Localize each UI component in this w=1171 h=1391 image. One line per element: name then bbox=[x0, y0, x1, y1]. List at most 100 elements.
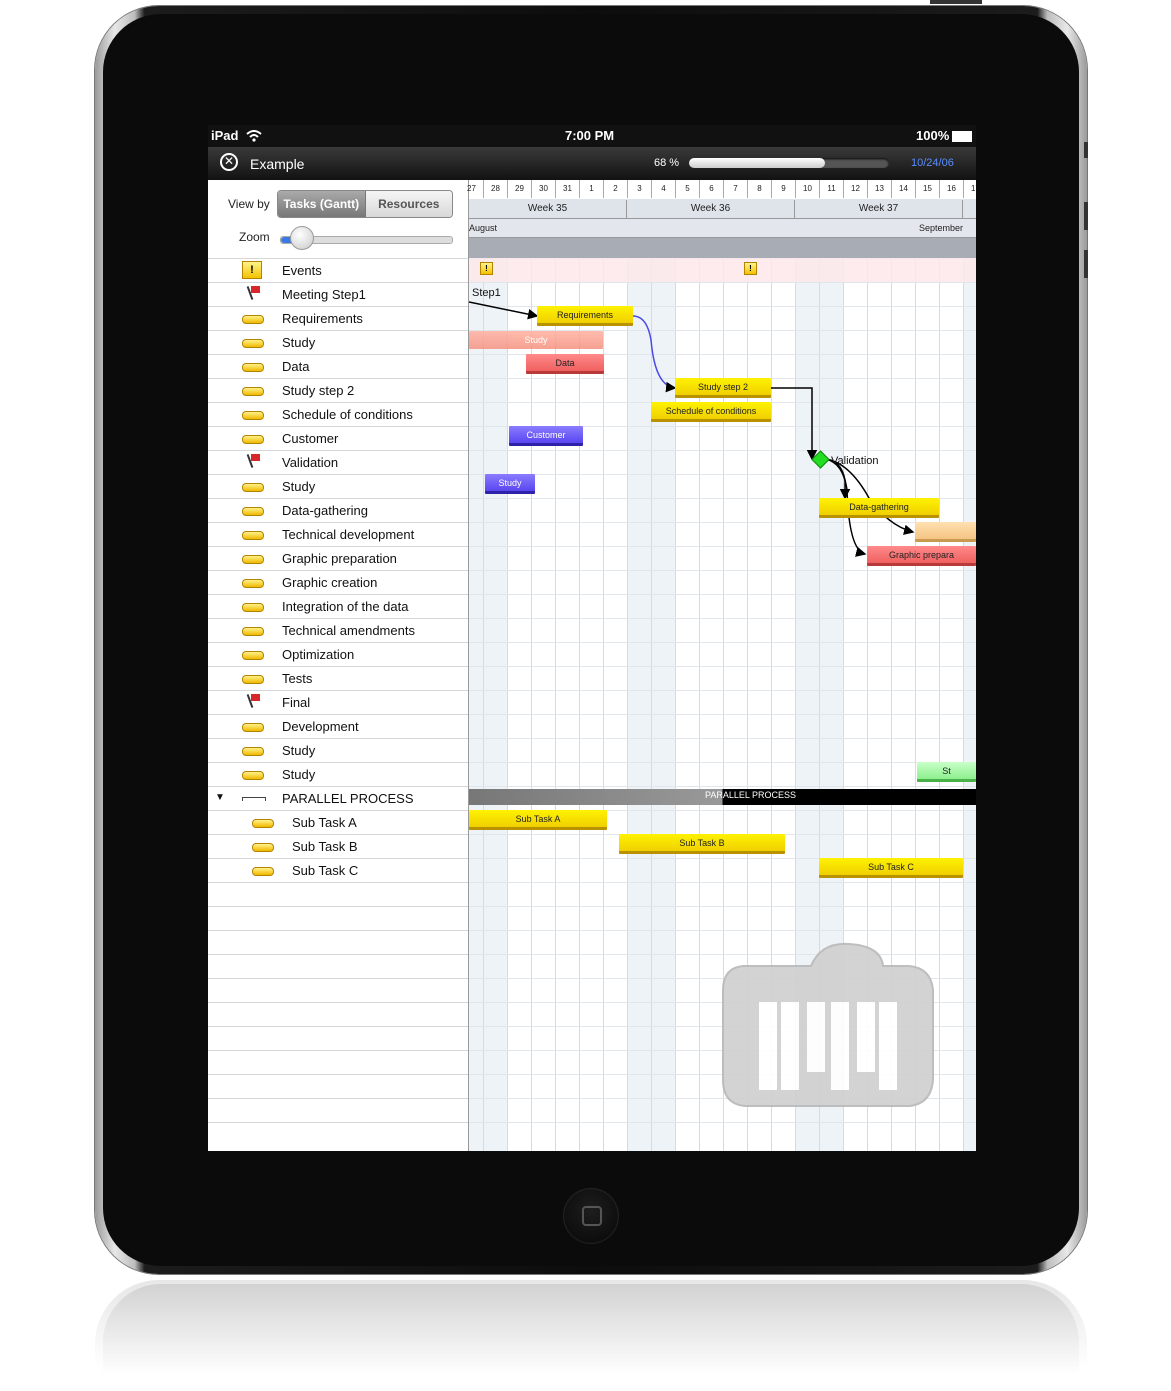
task-icon bbox=[242, 507, 264, 516]
task-row-label: Graphic creation bbox=[282, 575, 378, 590]
event-icon: ! bbox=[242, 261, 262, 279]
empty-row bbox=[208, 1050, 468, 1075]
task-row[interactable]: Study bbox=[208, 474, 468, 499]
zoom-label: Zoom bbox=[239, 230, 270, 244]
empty-row bbox=[208, 1002, 468, 1027]
gantt-bar[interactable] bbox=[915, 522, 976, 542]
task-row-label: Development bbox=[282, 719, 359, 734]
gantt-bar[interactable]: St bbox=[917, 762, 976, 782]
gantt-bar[interactable]: Requirements bbox=[537, 306, 633, 326]
home-button-icon bbox=[582, 1206, 602, 1226]
task-row[interactable]: Customer bbox=[208, 426, 468, 451]
gantt-bar[interactable]: Schedule of conditions bbox=[651, 402, 771, 422]
status-bar: iPad 7:00 PM 100% bbox=[208, 125, 976, 147]
task-icon bbox=[252, 843, 274, 852]
task-row[interactable]: Optimization bbox=[208, 642, 468, 667]
gantt-bar[interactable]: Data bbox=[526, 354, 604, 374]
progress-fill bbox=[689, 158, 825, 168]
task-icon bbox=[242, 387, 264, 396]
task-icon bbox=[242, 579, 264, 588]
gantt-bar[interactable]: Sub Task C bbox=[819, 858, 963, 878]
task-row[interactable]: Graphic creation bbox=[208, 570, 468, 595]
task-row-label: Data bbox=[282, 359, 310, 374]
task-row[interactable]: Sub Task A bbox=[208, 810, 468, 835]
empty-row bbox=[208, 906, 468, 931]
gantt-bar[interactable]: Study bbox=[469, 331, 603, 349]
task-row-label: Integration of the data bbox=[282, 599, 409, 614]
task-icon bbox=[252, 819, 274, 828]
view-by-label: View by bbox=[228, 197, 270, 211]
zoom-slider-thumb[interactable] bbox=[290, 226, 314, 250]
gantt-chart[interactable]: 27282930311234567891011121314151617 Week… bbox=[467, 180, 976, 1151]
gantt-bar[interactable]: Customer bbox=[509, 426, 583, 446]
task-icon bbox=[242, 747, 264, 756]
task-row[interactable]: Requirements bbox=[208, 306, 468, 331]
flag-icon bbox=[248, 286, 260, 300]
empty-row bbox=[208, 954, 468, 979]
task-row[interactable]: Study bbox=[208, 738, 468, 763]
tasks-gantt-segment[interactable]: Tasks (Gantt) bbox=[278, 191, 366, 217]
task-row[interactable]: Sub Task C bbox=[208, 858, 468, 883]
disclosure-triangle-icon[interactable]: ▼ bbox=[215, 792, 225, 803]
empty-row bbox=[208, 882, 468, 907]
task-row[interactable]: Data-gathering bbox=[208, 498, 468, 523]
view-by-segmented-control: Tasks (Gantt) Resources bbox=[277, 190, 453, 218]
task-row-label: PARALLEL PROCESS bbox=[282, 791, 414, 806]
battery-percent: 100% bbox=[916, 128, 950, 143]
task-row[interactable]: Development bbox=[208, 714, 468, 739]
gantt-bar[interactable]: Sub Task A bbox=[469, 810, 607, 830]
task-row-label: Validation bbox=[282, 455, 339, 470]
task-row-label: Technical amendments bbox=[282, 623, 415, 638]
task-icon bbox=[242, 339, 264, 348]
group-icon bbox=[242, 797, 266, 801]
task-row[interactable]: Graphic preparation bbox=[208, 546, 468, 571]
task-icon bbox=[242, 603, 264, 612]
flag-icon bbox=[248, 694, 260, 708]
task-row-label: Schedule of conditions bbox=[282, 407, 413, 422]
task-row[interactable]: Meeting Step1 bbox=[208, 282, 468, 307]
task-row[interactable]: Sub Task B bbox=[208, 834, 468, 859]
gantt-bar[interactable]: Study bbox=[485, 474, 535, 494]
current-date[interactable]: 10/24/06 bbox=[911, 157, 954, 169]
task-row-label: Study bbox=[282, 743, 316, 758]
validation-milestone-label: Validation bbox=[831, 455, 879, 467]
close-icon[interactable]: ✕ bbox=[220, 153, 238, 171]
task-row[interactable]: ▼ PARALLEL PROCESS bbox=[208, 786, 468, 811]
task-row[interactable]: Tests bbox=[208, 666, 468, 691]
task-row[interactable]: Schedule of conditions bbox=[208, 402, 468, 427]
task-row[interactable]: Final bbox=[208, 690, 468, 715]
task-icon bbox=[242, 531, 264, 540]
gantt-bar[interactable]: Graphic prepara bbox=[867, 546, 976, 566]
mute-switch bbox=[1084, 142, 1088, 158]
gantt-bar[interactable]: Study step 2 bbox=[675, 378, 771, 398]
task-row-label: Requirements bbox=[282, 311, 363, 326]
task-row[interactable]: Integration of the data bbox=[208, 594, 468, 619]
task-row[interactable]: ! Events bbox=[208, 258, 468, 283]
flag-icon bbox=[248, 454, 260, 468]
task-row[interactable]: Technical amendments bbox=[208, 618, 468, 643]
task-row-label: Optimization bbox=[282, 647, 355, 662]
task-icon bbox=[242, 315, 264, 324]
gantt-bar[interactable]: Sub Task B bbox=[619, 834, 785, 854]
sleep-button bbox=[930, 0, 982, 4]
task-row[interactable]: Study bbox=[208, 762, 468, 787]
task-row-label: Study bbox=[282, 767, 316, 782]
task-row-label: Customer bbox=[282, 431, 339, 446]
task-row[interactable]: Technical development bbox=[208, 522, 468, 547]
screen: iPad 7:00 PM 100% ✕ Example 68 % 10/24/0… bbox=[208, 125, 976, 1151]
task-row[interactable]: Study bbox=[208, 330, 468, 355]
task-row-label: Sub Task B bbox=[292, 839, 358, 854]
resources-segment[interactable]: Resources bbox=[365, 191, 452, 217]
task-icon bbox=[252, 867, 274, 876]
task-icon bbox=[242, 627, 264, 636]
task-icon bbox=[242, 411, 264, 420]
gantt-bar[interactable]: Data-gathering bbox=[819, 498, 939, 518]
task-row[interactable]: Data bbox=[208, 354, 468, 379]
task-list-pane: View by Tasks (Gantt) Resources Zoom ! Ev… bbox=[208, 180, 469, 1151]
task-icon bbox=[242, 675, 264, 684]
task-icon bbox=[242, 771, 264, 780]
task-row[interactable]: Validation bbox=[208, 450, 468, 475]
document-title: Example bbox=[250, 156, 305, 172]
task-row[interactable]: Study step 2 bbox=[208, 378, 468, 403]
volume-down-button bbox=[1084, 250, 1088, 278]
